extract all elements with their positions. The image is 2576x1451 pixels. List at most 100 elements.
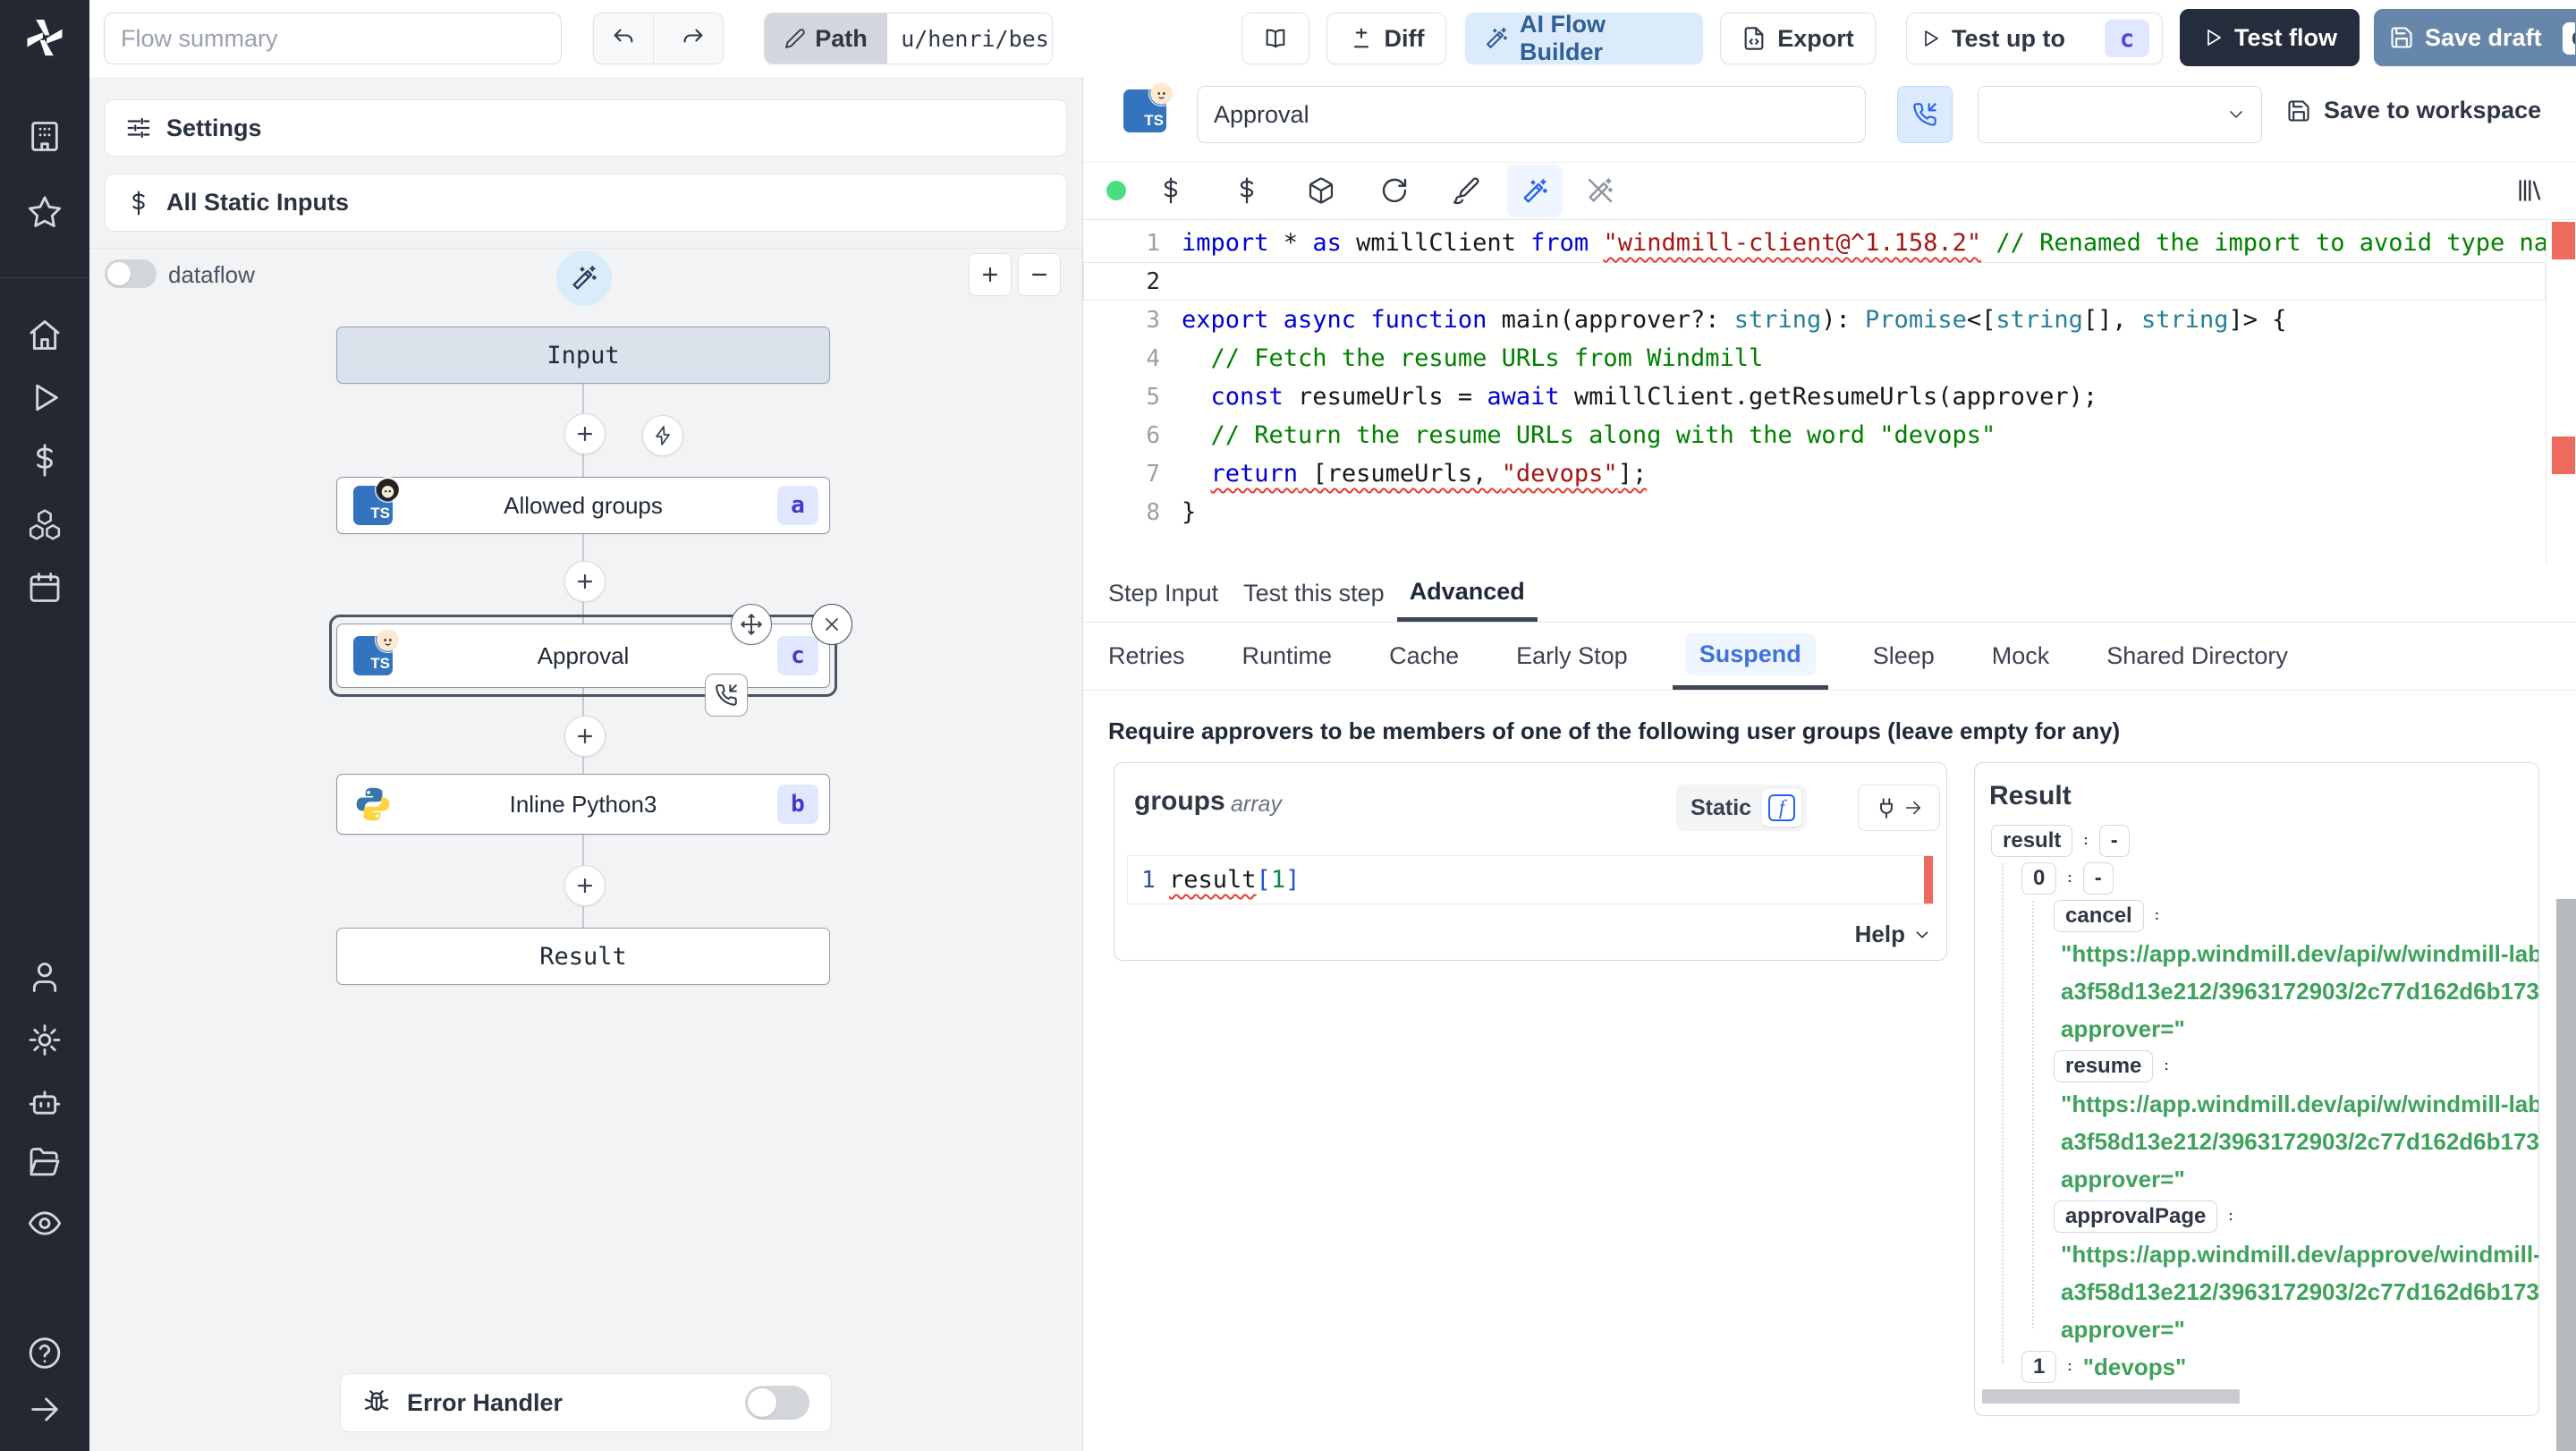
users-icon[interactable]	[27, 960, 63, 1000]
workers-icon[interactable]	[27, 1085, 63, 1125]
audit-logs-icon[interactable]	[27, 1206, 63, 1246]
zoom-out-button[interactable]	[1018, 253, 1061, 296]
code-line[interactable]: 6 // Return the resume URLs along with t…	[1083, 416, 2546, 454]
test-flow-button[interactable]: Test flow	[2180, 9, 2360, 66]
json-row[interactable]: resume:	[1975, 1048, 2538, 1085]
collapse-toggle[interactable]: -	[2082, 862, 2114, 895]
json-key[interactable]: 1	[2021, 1351, 2057, 1383]
variable-picker-icon[interactable]	[1157, 176, 1185, 209]
ai-assist-icon[interactable]	[1507, 165, 1563, 218]
page-scrollbar[interactable]	[2556, 899, 2576, 1451]
tab-suspend[interactable]: Suspend	[1672, 623, 1828, 690]
home-icon[interactable]	[27, 318, 63, 358]
groups-expression-editor[interactable]: 1 result[1]	[1127, 855, 1934, 904]
code-line[interactable]: 5 const resumeUrls = await wmillClient.g…	[1083, 378, 2546, 416]
format-brush-icon[interactable]	[1452, 176, 1480, 209]
code-line[interactable]: 3 export async function main(approver?: s…	[1083, 301, 2546, 339]
json-key[interactable]: 0	[2021, 862, 2057, 895]
fx-icon[interactable]: f	[1762, 789, 1801, 827]
windmill-logo[interactable]	[21, 14, 68, 65]
flow-summary-input[interactable]	[104, 13, 562, 64]
package-icon[interactable]	[1307, 176, 1335, 209]
folders-icon[interactable]	[27, 1145, 63, 1185]
help-dropdown[interactable]: Help	[1855, 921, 1932, 948]
json-row[interactable]: result: -	[1975, 822, 2538, 860]
json-key[interactable]: resume	[2054, 1050, 2154, 1082]
add-step-button[interactable]	[564, 413, 606, 454]
horizontal-scrollbar[interactable]	[1982, 1389, 2240, 1404]
tab-cache[interactable]: Cache	[1377, 623, 1471, 690]
tab-mock[interactable]: Mock	[1979, 623, 2063, 690]
favorites-icon[interactable]	[27, 195, 63, 235]
resources-icon[interactable]	[27, 507, 63, 547]
reload-icon[interactable]	[1380, 176, 1409, 209]
step-node-allowed-groups[interactable]: TS Allowed groups a	[336, 477, 830, 534]
workspace-icon[interactable]	[27, 119, 63, 159]
json-row[interactable]: approvalPage:	[1975, 1198, 2538, 1235]
step-name-input[interactable]	[1197, 86, 1866, 143]
json-key[interactable]: cancel	[2054, 900, 2144, 932]
suspend-phone-button[interactable]	[1897, 86, 1953, 143]
json-row[interactable]: 1: "devops"	[1975, 1348, 2538, 1386]
flow-settings-button[interactable]: Settings	[105, 99, 1067, 157]
code-line[interactable]: 2	[1083, 262, 2546, 301]
undo-button[interactable]	[594, 13, 654, 64]
tab-test-this-step[interactable]: Test this step	[1231, 565, 1397, 622]
code-line[interactable]: 4 // Fetch the resume URLs from Windmill	[1083, 339, 2546, 378]
code-line[interactable]: 1 import * as wmillClient from "windmill-…	[1083, 224, 2546, 262]
runs-icon[interactable]	[27, 380, 63, 420]
redo-button[interactable]	[665, 13, 724, 64]
tab-advanced[interactable]: Advanced	[1396, 565, 1538, 622]
tab-shared-directory[interactable]: Shared Directory	[2094, 623, 2301, 690]
diff-button[interactable]: Diff	[1326, 13, 1446, 64]
result-json-tree[interactable]: result: -0: - cancel: "https://app.windmill.…	[1975, 822, 2538, 1386]
add-step-button[interactable]	[564, 716, 606, 757]
ai-disabled-icon[interactable]	[1586, 176, 1614, 209]
json-row[interactable]: cancel:	[1975, 897, 2538, 935]
ai-graph-wand-button[interactable]	[556, 250, 612, 306]
ai-flow-builder-button[interactable]: AI Flow Builder	[1465, 11, 1703, 65]
dataflow-toggle[interactable]	[105, 259, 157, 288]
overview-ruler[interactable]	[2546, 220, 2576, 565]
tab-sleep[interactable]: Sleep	[1860, 623, 1947, 690]
code-line[interactable]: 8}	[1083, 493, 2546, 531]
code-line[interactable]: 7 return [resumeUrls, "devops"];	[1083, 454, 2546, 493]
schedules-icon[interactable]	[27, 570, 63, 610]
json-row[interactable]: 0:-	[1975, 860, 2538, 897]
error-handler-card[interactable]: Error Handler	[340, 1373, 832, 1432]
library-icon[interactable]	[2514, 176, 2543, 209]
all-static-inputs-button[interactable]: All Static Inputs	[105, 174, 1067, 232]
input-node[interactable]: Input	[336, 327, 830, 384]
code-editor[interactable]: 1 import * as wmillClient from "windmill-…	[1083, 220, 2576, 565]
tab-step-input[interactable]: Step Input	[1096, 565, 1231, 622]
json-key[interactable]: result	[1991, 825, 2073, 857]
tag-select[interactable]	[1978, 86, 2262, 143]
move-step-button[interactable]	[731, 604, 772, 645]
settings-icon[interactable]	[27, 1022, 63, 1063]
help-icon[interactable]	[27, 1336, 63, 1376]
add-step-button[interactable]	[564, 865, 606, 906]
save-draft-button[interactable]: Save draft C	[2374, 9, 2576, 66]
error-handler-toggle[interactable]	[745, 1386, 809, 1420]
resource-picker-icon[interactable]	[1233, 176, 1261, 209]
tab-early-stop[interactable]: Early Stop	[1504, 623, 1640, 690]
collapse-toggle[interactable]: -	[2098, 825, 2130, 857]
add-step-button[interactable]	[564, 561, 606, 602]
export-button[interactable]: Export	[1720, 13, 1876, 64]
static-fx-toggle[interactable]: Static f	[1676, 785, 1807, 831]
tab-runtime[interactable]: Runtime	[1230, 623, 1345, 690]
save-to-workspace-button[interactable]: Save to workspace	[2286, 97, 2541, 124]
delete-step-button[interactable]	[811, 604, 852, 645]
test-up-to-button[interactable]: Test up to c	[1906, 13, 2163, 64]
zoom-in-button[interactable]	[969, 253, 1012, 296]
result-node[interactable]: Result	[336, 928, 830, 985]
variables-icon[interactable]	[27, 443, 63, 483]
trigger-button[interactable]	[642, 415, 683, 456]
tab-retries[interactable]: Retries	[1096, 623, 1198, 690]
step-node-inline-python3[interactable]: Inline Python3 b	[336, 774, 830, 835]
docs-button[interactable]	[1241, 13, 1309, 64]
json-key[interactable]: approvalPage	[2054, 1201, 2218, 1233]
path-button[interactable]: Path u/henri/bes	[764, 13, 1053, 64]
connect-input-button[interactable]	[1858, 785, 1940, 831]
expand-sidebar-icon[interactable]	[27, 1392, 63, 1432]
